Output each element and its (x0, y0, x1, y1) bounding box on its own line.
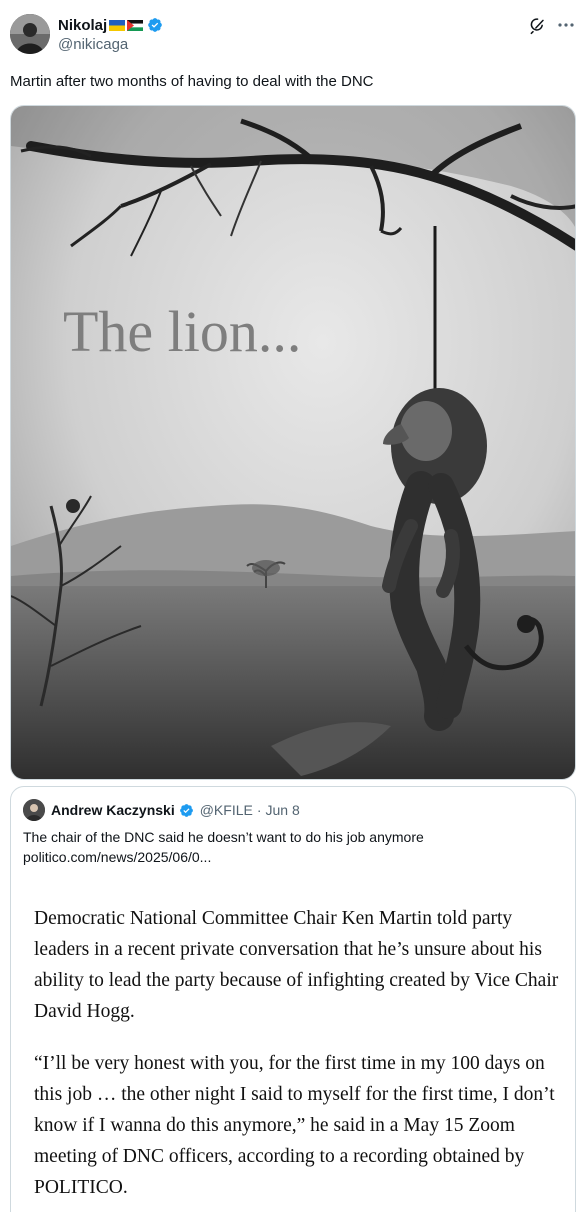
quoted-tweet[interactable]: Andrew Kaczynski @KFILE · Jun 8 The chai… (10, 786, 576, 1212)
author-name[interactable]: Nikolaj (58, 17, 107, 34)
author-handle[interactable]: @nikicaga (58, 36, 128, 53)
lion-hanging-image: The lion... (11, 106, 575, 779)
article-paragraph-2: “I’ll be very honest with you, for the f… (34, 1053, 555, 1198)
ukraine-flag-icon (109, 19, 126, 31)
quoted-tweet-line1: The chair of the DNC said he doesn’t wan… (23, 829, 424, 845)
quoted-author-handle[interactable]: @KFILE (200, 802, 253, 818)
quoted-tweet-link[interactable]: politico.com/news/2025/06/0... (23, 847, 563, 867)
quoted-tweet-date[interactable]: Jun 8 (266, 802, 300, 818)
tweet-header: Nikolaj @nikicaga (0, 0, 586, 70)
article-paragraph-1: Democratic National Committee Chair Ken … (34, 908, 559, 1022)
verified-badge-icon (179, 803, 193, 817)
separator-dot: · (256, 802, 262, 818)
verified-badge-icon[interactable] (147, 17, 163, 33)
tweet-text: Martin after two months of having to dea… (10, 73, 374, 90)
palestine-flag-icon (127, 19, 144, 31)
author-avatar[interactable] (10, 14, 50, 54)
tweet-image[interactable]: The lion... (10, 105, 576, 780)
grok-icon[interactable] (528, 15, 548, 35)
quoted-author-name[interactable]: Andrew Kaczynski (51, 802, 175, 818)
quoted-tweet-text: The chair of the DNC said he doesn’t wan… (23, 827, 563, 867)
more-icon[interactable] (556, 15, 576, 35)
quoted-author-avatar[interactable] (23, 799, 45, 821)
image-overlay-text: The lion... (63, 299, 301, 364)
article-screenshot: Democratic National Committee Chair Ken … (23, 879, 563, 1212)
